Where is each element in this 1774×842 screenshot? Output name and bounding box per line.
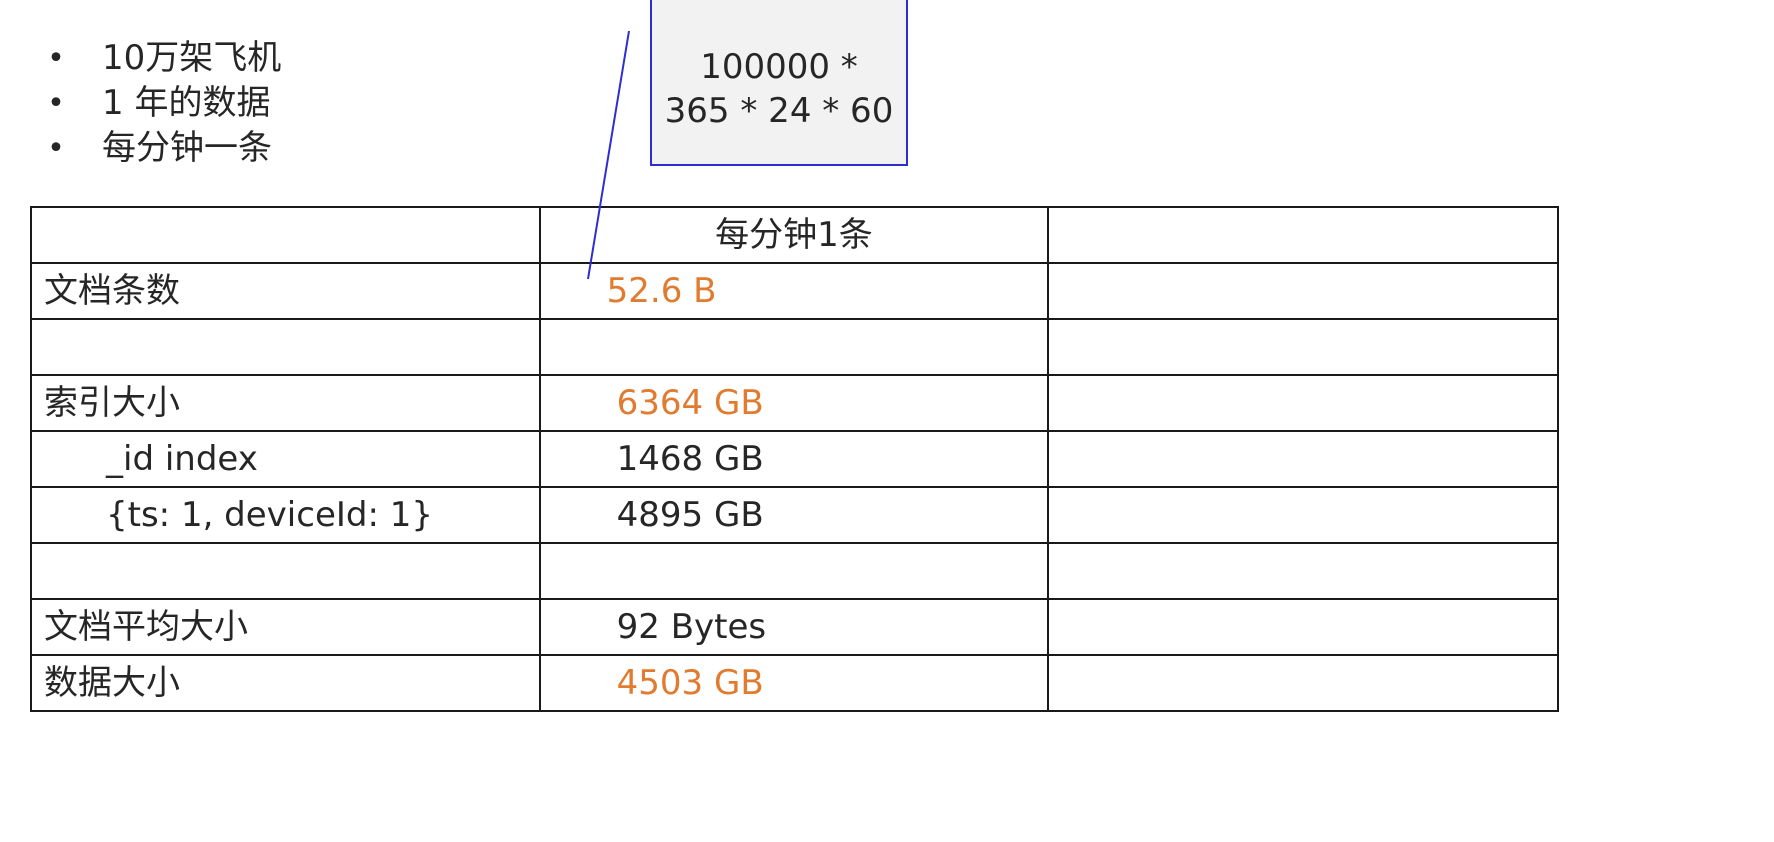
empty-cell [1047, 430, 1559, 488]
callout-line-2: 365 * 24 * 60 [664, 91, 894, 131]
table-row: 文档平均大小 92 Bytes [30, 598, 1559, 656]
table-header-row: 每分钟1条 [30, 206, 1559, 264]
calculation-callout: 100000 * 365 * 24 * 60 [650, 0, 908, 166]
bullet-list: • 10万架飞机 • 1 年的数据 • 每分钟一条 [46, 36, 281, 171]
bullet-text: 1 年的数据 [102, 83, 271, 123]
table-row: 数据大小 4503 GB [30, 654, 1559, 712]
table-row: _id index 1468 GB [30, 430, 1559, 488]
empty-cell [30, 542, 541, 600]
row-label-compound-index: {ts: 1, deviceId: 1} [30, 486, 541, 544]
table-row: 索引大小 6364 GB [30, 374, 1559, 432]
table-row: {ts: 1, deviceId: 1} 4895 GB [30, 486, 1559, 544]
row-label-avg-doc-size: 文档平均大小 [30, 598, 541, 656]
bullet-item: • 10万架飞机 [46, 36, 281, 81]
row-label-doc-count: 文档条数 [30, 262, 541, 320]
bullet-text: 10万架飞机 [102, 38, 282, 78]
header-cell-per-minute: 每分钟1条 [538, 206, 1050, 264]
header-cell-empty [30, 206, 541, 264]
empty-cell [1047, 542, 1559, 600]
header-cell-empty [1047, 206, 1559, 264]
table-row: 文档条数 52.6 B [30, 262, 1559, 320]
row-value-index-size: 6364 GB [538, 374, 1050, 432]
table-row [30, 318, 1559, 376]
row-value-data-size: 4503 GB [538, 654, 1050, 712]
empty-cell [1047, 654, 1559, 712]
empty-cell [1047, 486, 1559, 544]
empty-cell [538, 542, 1050, 600]
row-label-id-index: _id index [30, 430, 541, 488]
empty-cell [1047, 598, 1559, 656]
bullet-marker: • [47, 41, 65, 76]
storage-size-table: 每分钟1条 文档条数 52.6 B 索引大小 6364 GB _id index… [30, 206, 1559, 712]
empty-cell [1047, 374, 1559, 432]
callout-line-1: 100000 * [700, 47, 858, 87]
row-value-doc-count: 52.6 B [538, 262, 1050, 320]
bullet-text: 每分钟一条 [102, 128, 272, 168]
row-value-compound-index: 4895 GB [538, 486, 1050, 544]
row-label-index-size: 索引大小 [30, 374, 541, 432]
row-value-avg-doc-size: 92 Bytes [538, 598, 1050, 656]
bullet-marker: • [47, 131, 65, 166]
bullet-item: • 1 年的数据 [46, 81, 281, 126]
table-row [30, 542, 1559, 600]
empty-cell [1047, 318, 1559, 376]
bullet-marker: • [47, 86, 65, 121]
bullet-item: • 每分钟一条 [46, 126, 281, 171]
empty-cell [1047, 262, 1559, 320]
row-label-data-size: 数据大小 [30, 654, 541, 712]
empty-cell [538, 318, 1050, 376]
empty-cell [30, 318, 541, 376]
row-value-id-index: 1468 GB [538, 430, 1050, 488]
